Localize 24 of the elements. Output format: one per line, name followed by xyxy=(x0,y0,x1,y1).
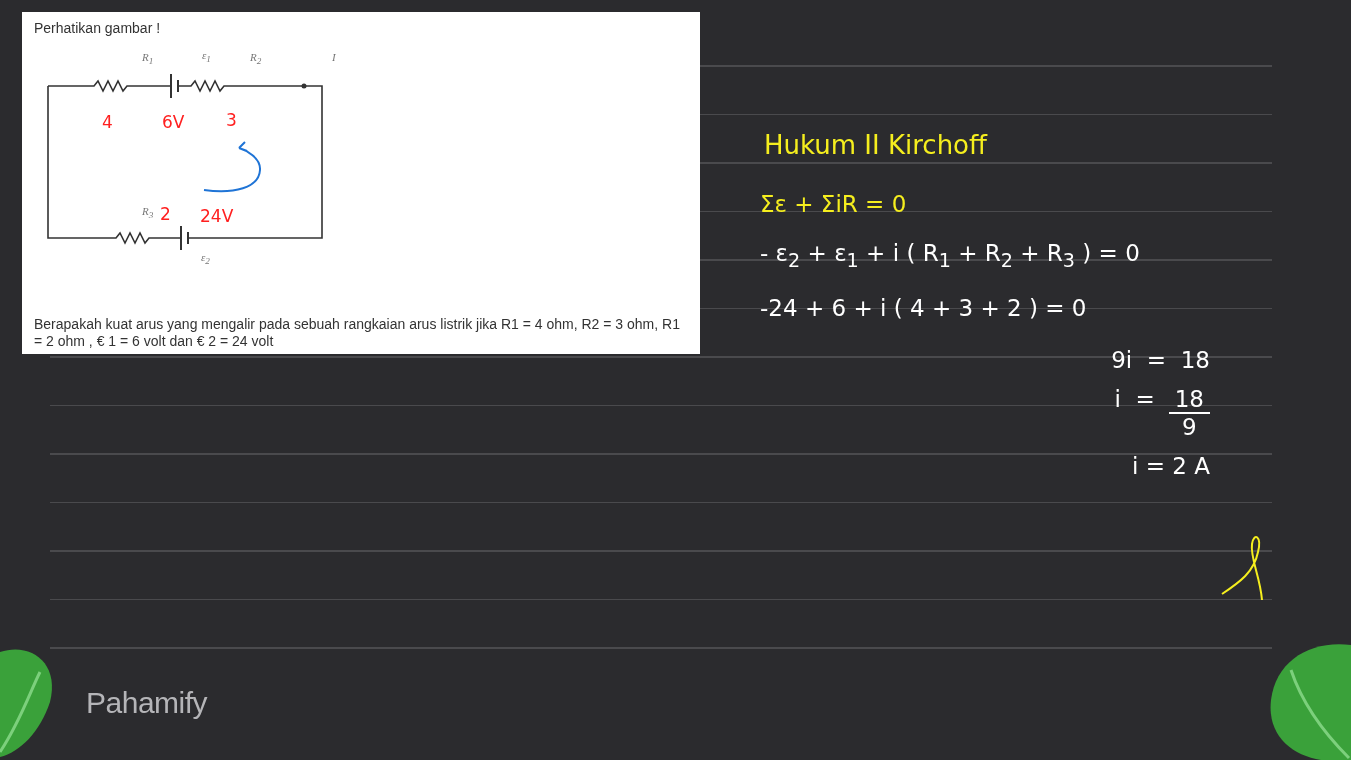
circuit-label: R$_{2}$ xyxy=(250,50,262,69)
equation-line: Σε + ΣiR = 0 xyxy=(760,191,907,217)
handwritten-annotation: 2 xyxy=(160,204,171,224)
circuit-label: ε$_{2}$ xyxy=(201,250,210,269)
curved-arrow-drawing xyxy=(203,141,261,193)
equation-line: -24 + 6 + i ( 4 + 3 + 2 ) = 0 xyxy=(760,295,1087,321)
equation-line: i = 2 A xyxy=(1132,453,1210,479)
solution-title: Hukum II Kirchoff xyxy=(763,130,989,162)
question-text: Berapakah kuat arus yang mengalir pada sebuah rangkaian arus listrik jika R1 = 4 ohm, R2 = 3 ohm, R1 = 2 ohm , € 1 = 6 volt dan € 2 = 24 volt xyxy=(34,316,681,350)
circuit-label: R$_{3}$ xyxy=(142,204,154,223)
handwritten-annotation: 3 xyxy=(226,110,237,130)
equation-line: 9i = 18 xyxy=(1111,347,1210,373)
fraction-numerator: 18 xyxy=(1168,386,1210,414)
circuit-label: I xyxy=(332,50,336,64)
equation-line: - ε$_{2}$ + ε$_{1}$ + i ( R$_{1}$ + R$_{2}$ + R$_{3}$ ) = 0 xyxy=(760,240,1140,272)
equation-line: i = xyxy=(1114,386,1155,412)
fraction-denominator: 9 xyxy=(1182,414,1197,440)
handwritten-annotation: 6V xyxy=(162,112,185,132)
logo-text: Pahamify xyxy=(86,686,208,720)
handwritten-annotation: 4 xyxy=(102,112,113,132)
card-heading: Perhatikan gambar ! xyxy=(34,20,162,36)
circuit-label: ε$_{1}$ xyxy=(202,48,211,67)
circuit-label: R$_{1}$ xyxy=(142,50,154,69)
handwritten-annotation: 24V xyxy=(200,206,234,226)
